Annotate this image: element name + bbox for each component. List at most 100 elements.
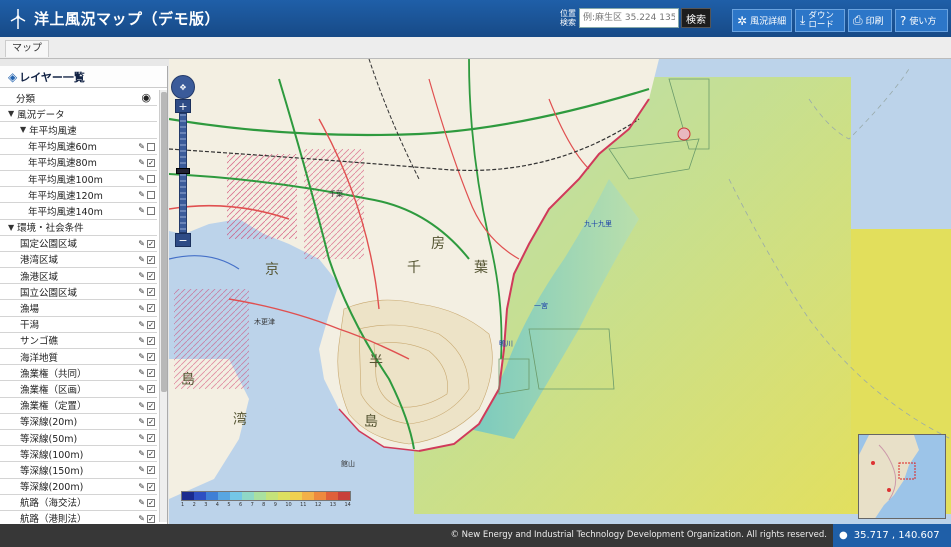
classification-label: 分類: [16, 93, 36, 105]
layer-row[interactable]: ▼ 年平均風速: [0, 122, 157, 139]
layer-row[interactable]: 等深線(150m) ✎ ✓: [0, 462, 157, 479]
layer-row[interactable]: サンゴ礁 ✎ ✓: [0, 333, 157, 349]
layer-settings-icon[interactable]: ✎: [138, 158, 145, 167]
layer-settings-icon[interactable]: ✎: [138, 482, 145, 491]
layer-checkbox[interactable]: ✓: [147, 288, 155, 297]
zoom-slider-thumb[interactable]: [176, 168, 190, 174]
layer-checkbox[interactable]: ✓: [147, 320, 155, 329]
layer-settings-icon[interactable]: ✎: [138, 320, 145, 329]
layer-checkbox[interactable]: [147, 142, 155, 151]
layer-row[interactable]: 国定公園区域 ✎ ✓: [0, 236, 157, 252]
layer-row[interactable]: 等深線(200m) ✎ ✓: [0, 479, 157, 495]
layer-row[interactable]: 干潟 ✎ ✓: [0, 317, 157, 333]
layer-row[interactable]: 漁業権（定置） ✎ ✓: [0, 398, 157, 414]
layer-settings-icon[interactable]: ✎: [138, 304, 145, 313]
layer-row[interactable]: ▼ 風況データ: [0, 106, 157, 123]
layer-checkbox[interactable]: ✓: [147, 498, 155, 507]
map-view[interactable]: 房 千 葉 半 島 京 湾 島 鴨川 一宮 九十九里 千葉 木更津 館山 ✥ +…: [169, 59, 951, 524]
wind-detail-button[interactable]: ✲ 風況詳細: [732, 9, 792, 32]
layer-checkbox[interactable]: [147, 174, 155, 183]
layer-checkbox[interactable]: ✓: [147, 385, 155, 394]
layer-checkbox[interactable]: ✓: [147, 304, 155, 313]
layer-row[interactable]: 年平均風速120m ✎: [0, 187, 157, 204]
layer-checkbox[interactable]: ✓: [147, 417, 155, 426]
layer-checkbox[interactable]: ✓: [147, 353, 155, 361]
layer-settings-icon[interactable]: ✎: [138, 142, 145, 151]
layer-settings-icon[interactable]: ✎: [138, 271, 145, 280]
layer-settings-icon[interactable]: ✎: [138, 368, 145, 377]
search-button[interactable]: 検索: [681, 8, 711, 28]
zoom-slider[interactable]: [176, 113, 190, 233]
layer-checkbox[interactable]: ✓: [147, 336, 155, 345]
expand-triangle-icon[interactable]: ▼: [8, 109, 14, 118]
layer-row[interactable]: 年平均風速100m ✎: [0, 171, 157, 188]
layer-settings-icon[interactable]: ✎: [138, 384, 145, 393]
layer-row[interactable]: ▼ 環境・社会条件: [0, 220, 157, 236]
expand-triangle-icon[interactable]: ▼: [20, 125, 26, 134]
help-button[interactable]: ? 使い方: [895, 9, 948, 32]
layer-settings-icon[interactable]: ✎: [138, 514, 145, 523]
pan-control[interactable]: ✥: [171, 75, 195, 99]
layer-row[interactable]: 航路（港則法） ✎ ✓: [0, 511, 157, 524]
layer-row[interactable]: 海洋地質 ✎ ✓: [0, 349, 157, 366]
layer-row[interactable]: 等深線(20m) ✎ ✓: [0, 414, 157, 430]
layer-label: 漁場: [20, 304, 40, 316]
layer-settings-icon[interactable]: ✎: [138, 239, 145, 248]
layer-list-scrollbar[interactable]: [159, 90, 167, 522]
layer-settings-icon[interactable]: ✎: [138, 352, 145, 361]
layer-settings-icon[interactable]: ✎: [138, 190, 145, 199]
layer-row[interactable]: 漁港区域 ✎ ✓: [0, 268, 157, 285]
layer-label: 年平均風速: [29, 125, 77, 137]
download-icon: ⤓: [800, 13, 806, 27]
layer-row[interactable]: 等深線(100m) ✎ ✓: [0, 446, 157, 463]
map-label-tokyo-2: 湾: [233, 412, 247, 428]
layer-checkbox[interactable]: [147, 207, 155, 216]
layer-row[interactable]: 年平均風速140m ✎: [0, 203, 157, 220]
layer-settings-icon[interactable]: ✎: [138, 465, 145, 474]
expand-triangle-icon[interactable]: ▼: [8, 223, 14, 232]
scrollbar-thumb[interactable]: [161, 92, 167, 392]
layer-checkbox[interactable]: ✓: [147, 433, 155, 442]
legend-tick-label: 5: [227, 502, 231, 508]
layer-checkbox[interactable]: ✓: [147, 239, 155, 248]
layer-checkbox[interactable]: ✓: [147, 514, 155, 523]
layer-label: 漁業権（定置）: [20, 401, 87, 413]
position-search-input[interactable]: [579, 8, 679, 28]
layer-row[interactable]: 漁業権（共同） ✎ ✓: [0, 365, 157, 382]
layer-row[interactable]: 港湾区域 ✎ ✓: [0, 252, 157, 269]
layer-settings-icon[interactable]: ✎: [138, 287, 145, 296]
layer-checkbox[interactable]: ✓: [147, 482, 155, 491]
tab-map[interactable]: マップ: [5, 40, 49, 57]
layer-settings-icon[interactable]: ✎: [138, 206, 145, 215]
download-button[interactable]: ⤓ ダウン ロード: [795, 9, 845, 32]
layer-checkbox[interactable]: ✓: [147, 272, 155, 281]
zoom-in-button[interactable]: +: [175, 99, 191, 113]
eye-icon[interactable]: ◉: [141, 91, 151, 104]
layer-settings-icon[interactable]: ✎: [138, 255, 145, 264]
layer-checkbox[interactable]: ✓: [147, 466, 155, 475]
print-button[interactable]: ⎙ 印刷: [848, 9, 892, 32]
layer-settings-icon[interactable]: ✎: [138, 417, 145, 426]
zoom-out-button[interactable]: −: [175, 233, 191, 247]
layer-checkbox[interactable]: ✓: [147, 401, 155, 410]
layer-settings-icon[interactable]: ✎: [138, 336, 145, 345]
layer-row[interactable]: 年平均風速60m ✎: [0, 139, 157, 155]
layer-checkbox[interactable]: ✓: [147, 255, 155, 264]
layer-settings-icon[interactable]: ✎: [138, 498, 145, 507]
legend-tick-label: 6: [238, 502, 243, 508]
layer-row[interactable]: 漁業権（区画） ✎ ✓: [0, 381, 157, 398]
layer-row[interactable]: 等深線(50m) ✎ ✓: [0, 430, 157, 447]
layer-settings-icon[interactable]: ✎: [138, 449, 145, 458]
overview-minimap[interactable]: [858, 434, 946, 519]
layer-row[interactable]: 漁場 ✎ ✓: [0, 300, 157, 317]
layer-checkbox[interactable]: ✓: [147, 450, 155, 459]
layer-row[interactable]: 国立公園区域 ✎ ✓: [0, 284, 157, 301]
layer-checkbox[interactable]: ✓: [147, 158, 155, 167]
layer-settings-icon[interactable]: ✎: [138, 401, 145, 410]
layer-row[interactable]: 航路（海交法） ✎ ✓: [0, 495, 157, 511]
layer-settings-icon[interactable]: ✎: [138, 174, 145, 183]
layer-checkbox[interactable]: ✓: [147, 369, 155, 378]
layer-row[interactable]: 年平均風速80m ✎ ✓: [0, 155, 157, 171]
layer-checkbox[interactable]: [147, 191, 155, 200]
layer-settings-icon[interactable]: ✎: [138, 433, 145, 442]
